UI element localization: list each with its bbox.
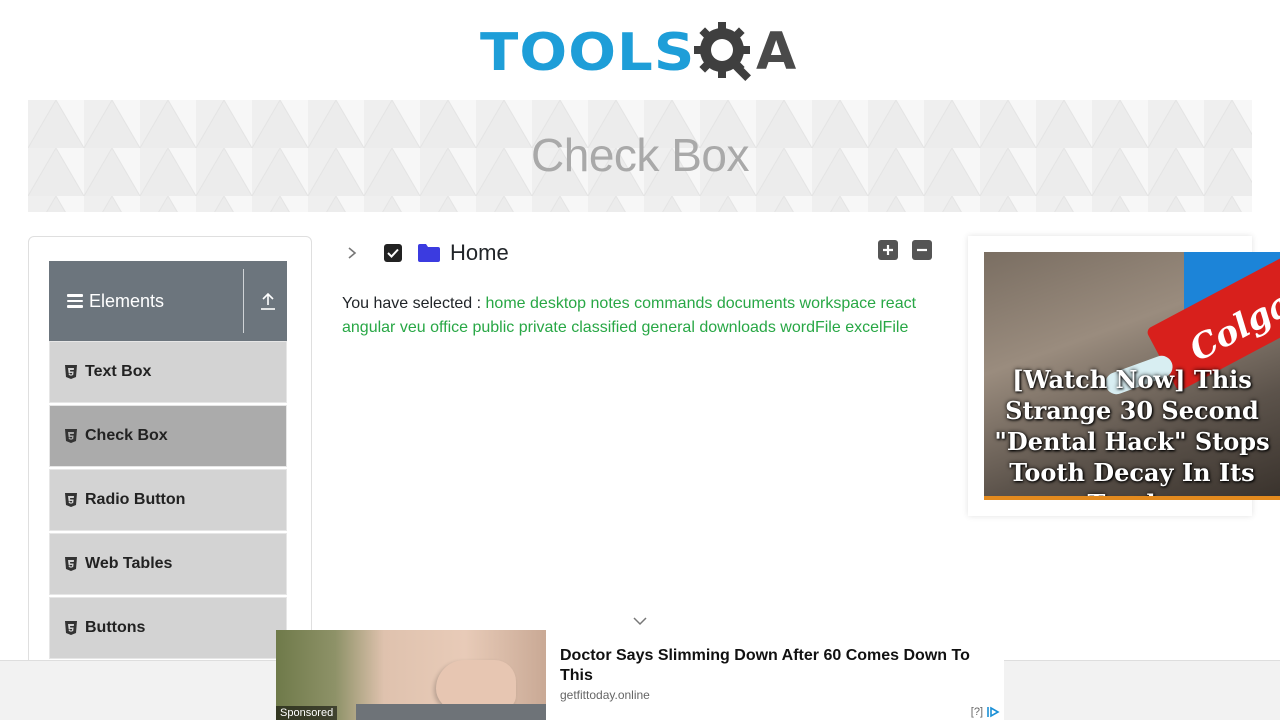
group-title: Elements <box>89 290 165 311</box>
plus-square-icon <box>883 245 893 255</box>
selected-item: veu <box>399 319 426 336</box>
ad-photo-fabric <box>356 704 546 720</box>
html5-icon <box>65 557 77 571</box>
selected-item: home <box>485 295 526 312</box>
gear-magnifier-icon <box>694 22 751 81</box>
upload-icon[interactable] <box>259 291 277 311</box>
selected-item: wordFile <box>780 319 841 336</box>
adchoices-icon <box>987 706 1000 718</box>
chevron-right-icon[interactable] <box>346 246 358 260</box>
sidebar-item-radio-button[interactable]: Radio Button <box>49 469 287 531</box>
selected-item: react <box>880 295 917 312</box>
selected-item: documents <box>716 295 796 312</box>
selected-item: commands <box>634 295 713 312</box>
ad-domain: getfittoday.online <box>560 688 650 702</box>
sidebar-item-text-box[interactable]: Text Box <box>49 341 287 403</box>
logo-word: TOOLS <box>480 23 696 83</box>
page-title: Check Box <box>531 129 749 181</box>
ad-headline: [Watch Now] This Strange 30 Second "Dent… <box>994 365 1270 496</box>
chevron-down-icon[interactable] <box>632 614 648 628</box>
selected-item: office <box>430 319 469 336</box>
home-checkbox[interactable] <box>384 244 402 262</box>
sidebar-item-check-box[interactable]: Check Box <box>49 405 287 467</box>
sidebar-item-label: Radio Button <box>85 491 186 508</box>
expand-all-button[interactable] <box>878 240 898 260</box>
selected-item: workspace <box>799 295 877 312</box>
selected-item: public <box>472 319 515 336</box>
sidebar-item-label: Web Tables <box>85 555 173 572</box>
sidebar-item-label: Text Box <box>85 363 152 380</box>
ad-headline[interactable]: Doctor Says Slimming Down After 60 Comes… <box>560 646 990 686</box>
ad-photo-hand <box>436 660 516 710</box>
html5-icon <box>65 621 77 635</box>
selected-item: desktop <box>530 295 587 312</box>
selected-item: classified <box>571 319 638 336</box>
result-prefix: You have selected : <box>342 295 482 312</box>
html5-icon <box>65 429 77 443</box>
sidebar-item-label: Check Box <box>85 427 168 444</box>
collapse-all-button[interactable] <box>912 240 932 260</box>
html5-icon <box>65 493 77 507</box>
html5-icon <box>65 365 77 379</box>
selected-item: excelFile <box>845 319 909 336</box>
logo-letter-a: A <box>756 22 797 82</box>
tree-node-home: Home <box>346 236 509 270</box>
tree-node-label[interactable]: Home <box>450 240 509 266</box>
selected-item: angular <box>342 319 396 336</box>
page-banner: Check Box <box>28 100 1252 212</box>
sponsored-label: Sponsored <box>276 706 338 720</box>
selection-result: You have selected : home desktop notes c… <box>342 292 952 340</box>
selected-item: general <box>641 319 695 336</box>
sidebar-item-buttons[interactable]: Buttons <box>49 597 287 659</box>
group-header-elements[interactable]: Elements <box>49 261 287 341</box>
bottom-ad[interactable]: Sponsored Doctor Says Slimming Down Afte… <box>276 630 1004 720</box>
header-divider <box>243 269 244 333</box>
sidebar-item-web-tables[interactable]: Web Tables <box>49 533 287 595</box>
right-ad[interactable]: Colgate [Watch Now] This Strange 30 Seco… <box>984 252 1280 500</box>
toolsqa-logo[interactable]: TOOLS A <box>480 14 810 92</box>
adchoices-label: [?] <box>970 706 983 718</box>
selected-item: notes <box>590 295 630 312</box>
ad-photo: Sponsored <box>276 630 546 720</box>
selected-item: private <box>518 319 567 336</box>
minus-square-icon <box>917 248 927 252</box>
check-icon <box>387 248 399 258</box>
selected-item: downloads <box>699 319 776 336</box>
sidebar-item-label: Buttons <box>85 619 146 636</box>
adchoices[interactable]: [?] <box>971 706 1000 718</box>
hamburger-icon <box>67 294 83 308</box>
folder-icon <box>418 244 440 262</box>
